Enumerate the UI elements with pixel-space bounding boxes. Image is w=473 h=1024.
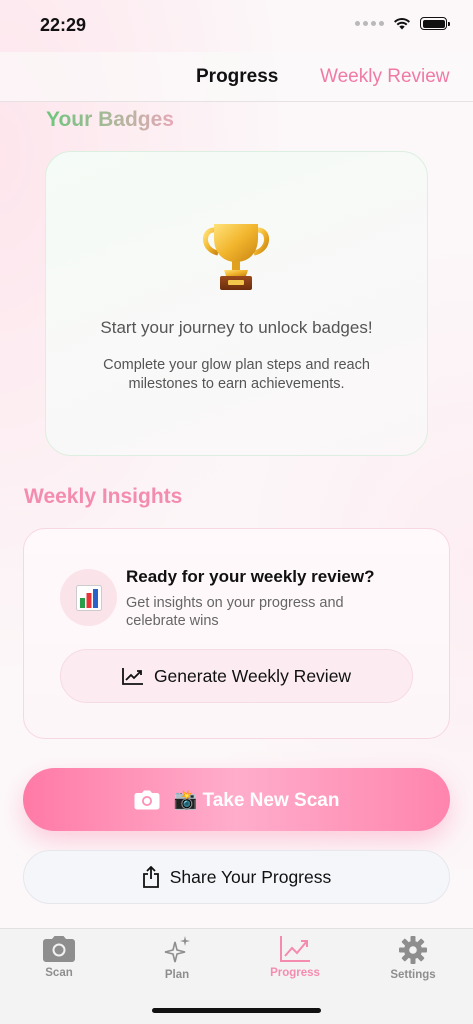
battery-icon	[420, 17, 450, 30]
review-subtitle: Get insights on your progress and celebr…	[126, 595, 344, 629]
tab-progress[interactable]: Progress	[196, 66, 278, 88]
tab-scan-label: Scan	[45, 967, 73, 979]
status-time: 22:29	[40, 15, 87, 35]
tab-settings[interactable]: Settings	[363, 935, 463, 981]
generate-weekly-review-button[interactable]: Generate Weekly Review	[60, 649, 413, 703]
camera-icon	[43, 936, 75, 962]
badges-card	[45, 151, 428, 456]
status-bar: 22:29	[0, 0, 473, 52]
trend-chart-icon	[122, 668, 143, 685]
gear-icon	[399, 936, 427, 964]
sparkles-icon	[164, 936, 190, 963]
chart-icon-circle	[60, 569, 117, 626]
insights-card	[23, 528, 450, 739]
segmented-header: Progress Weekly Review	[0, 52, 473, 102]
review-title: Ready for your weekly review?	[126, 567, 375, 586]
badges-subtitle: Complete your glow plan steps and reach …	[103, 357, 370, 392]
trophy-icon	[203, 224, 269, 290]
badges-headline: Start your journey to unlock badges!	[100, 318, 373, 337]
tab-weekly-review[interactable]: Weekly Review	[320, 66, 450, 88]
share-progress-label: Share Your Progress	[169, 866, 332, 887]
tab-progress-label: Progress	[270, 967, 320, 979]
tab-progress-bottom[interactable]: Progress	[245, 935, 345, 979]
tab-plan[interactable]: Plan	[127, 935, 227, 981]
take-new-scan-label: 📸 Take New Scan	[173, 789, 340, 811]
home-indicator[interactable]	[152, 1008, 321, 1013]
tab-settings-label: Settings	[390, 969, 436, 981]
tab-plan-label: Plan	[164, 969, 190, 981]
status-indicators	[355, 17, 450, 30]
share-icon	[142, 866, 159, 888]
wifi-icon	[394, 17, 410, 30]
take-new-scan-button[interactable]: 📸 Take New Scan	[23, 768, 450, 831]
bar-chart-icon	[75, 584, 102, 611]
badges-section-title: Your Badges	[46, 108, 174, 131]
generate-weekly-review-label: Generate Weekly Review	[153, 665, 352, 686]
tab-scan[interactable]: Scan	[9, 935, 109, 979]
camera-icon	[134, 790, 160, 809]
signal-dots-icon	[355, 21, 384, 26]
share-progress-button[interactable]: Share Your Progress	[23, 850, 450, 904]
insights-section-title: Weekly Insights	[24, 485, 183, 508]
chart-icon	[280, 936, 310, 962]
